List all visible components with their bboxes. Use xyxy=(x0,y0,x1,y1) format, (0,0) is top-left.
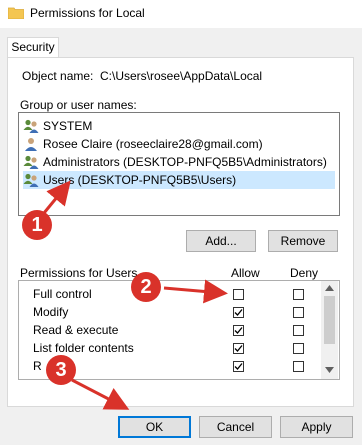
arrow-2 xyxy=(163,279,228,304)
callout-2: 2 xyxy=(131,272,161,302)
callout-1: 1 xyxy=(22,210,52,240)
callout-3: 3 xyxy=(46,355,76,385)
arrow-3 xyxy=(71,378,130,410)
arrow-1 xyxy=(42,180,71,214)
